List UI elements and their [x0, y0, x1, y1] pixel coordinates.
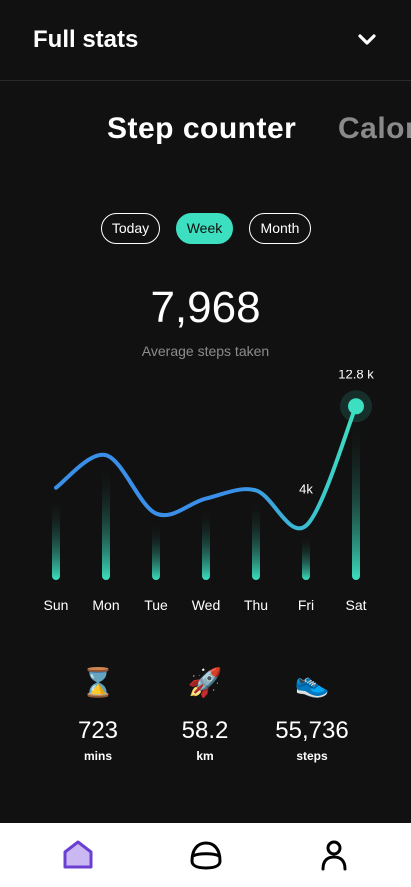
x-tick-label: Fri — [298, 597, 314, 613]
chart-bar-fri — [302, 535, 310, 580]
chevron-down-icon[interactable] — [357, 30, 377, 50]
stat-value: 58.2 — [181, 717, 229, 744]
stat-unit: steps — [296, 749, 328, 763]
x-tick-label: Mon — [92, 597, 119, 613]
metric-tabs: Step counter Calories — [0, 112, 411, 156]
x-tick-label: Sun — [44, 597, 69, 613]
chart-bar-sat — [352, 416, 360, 580]
page-title: Full stats — [33, 26, 139, 53]
hourglass-icon: ⌛ — [80, 667, 116, 698]
x-tick-label: Tue — [144, 597, 168, 613]
average-steps-value: 7,968 — [150, 283, 261, 332]
stat-steps: 👟 55,736 steps — [257, 665, 367, 763]
bottom-nav — [0, 823, 411, 887]
stat-unit: mins — [83, 749, 112, 763]
home-icon[interactable] — [58, 837, 98, 873]
chart-bar-sun — [52, 497, 60, 580]
chart-bar-tue — [152, 523, 160, 580]
highlight-point — [348, 398, 364, 415]
helmet-icon[interactable] — [186, 837, 226, 873]
stat-unit: km — [196, 749, 214, 763]
range-week-button[interactable]: Week — [176, 213, 233, 244]
range-today-button[interactable]: Today — [101, 213, 160, 244]
chart-bar-thu — [252, 500, 260, 580]
profile-icon[interactable] — [314, 837, 354, 873]
x-tick-label: Thu — [244, 597, 268, 613]
rocket-icon: 🚀 — [187, 667, 223, 698]
stat-time: ⌛ 723 mins — [43, 665, 153, 763]
average-steps-caption: Average steps taken — [141, 343, 270, 359]
sneaker-icon: 👟 — [294, 667, 330, 698]
tab-calories[interactable]: Calories — [338, 112, 411, 146]
x-tick-label: Wed — [192, 597, 221, 613]
tab-step-counter[interactable]: Step counter — [107, 112, 296, 146]
stat-distance: 🚀 58.2 km — [150, 665, 260, 763]
range-month-button[interactable]: Month — [249, 213, 311, 244]
stat-value: 55,736 — [275, 717, 349, 744]
stat-value: 723 — [77, 717, 119, 744]
x-tick-label: Sat — [345, 597, 366, 613]
header: Full stats — [0, 0, 411, 81]
data-label: 4k — [299, 482, 313, 497]
data-label: 12.8 k — [338, 370, 374, 381]
chart-bar-mon — [102, 465, 110, 580]
steps-chart: Sun Mon Tue Wed Thu Fri Sat 4k 12.8 k — [44, 370, 375, 613]
chart-bar-wed — [202, 508, 210, 580]
